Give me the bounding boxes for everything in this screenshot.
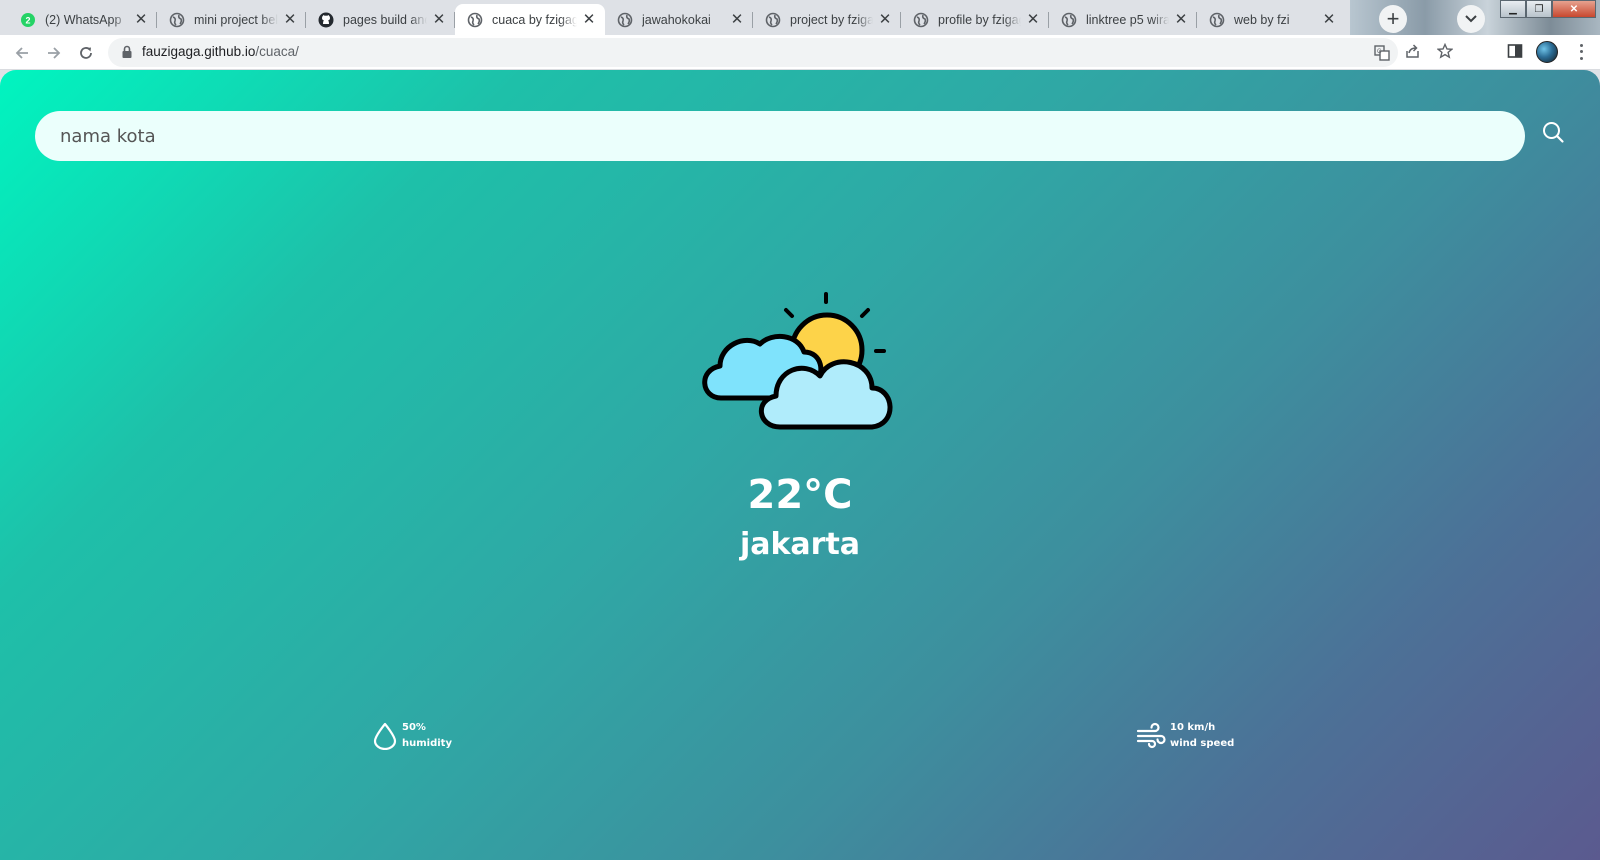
close-icon[interactable]: ✕ <box>1321 11 1337 28</box>
temperature: 22°C <box>747 472 853 518</box>
humidity-value: 50% <box>402 722 426 733</box>
restore-button[interactable]: ❐ <box>1526 0 1552 18</box>
svg-text:2: 2 <box>25 15 30 25</box>
reload-icon <box>80 47 92 59</box>
tab-jawahokokai[interactable]: jawahokokai ✕ <box>605 4 753 35</box>
tab-search-button[interactable] <box>1457 5 1485 33</box>
tab-title: linktree p5 wirausaha <box>1086 12 1169 27</box>
tab-title: jawahokokai <box>642 12 711 27</box>
globe-icon <box>467 12 483 28</box>
wind-info: 10 km/h wind speed <box>1136 720 1234 752</box>
whatsapp-icon: 2 <box>20 12 36 28</box>
share-icon[interactable] <box>1403 41 1423 61</box>
lock-icon <box>122 45 132 58</box>
close-icon[interactable]: ✕ <box>431 11 447 28</box>
globe-icon <box>1061 12 1077 28</box>
close-icon[interactable]: ✕ <box>1173 11 1189 28</box>
tab-linktree[interactable]: linktree p5 wirausaha ✕ <box>1049 4 1197 35</box>
url-text: fauzigaga.github.io/cuaca/ <box>142 44 299 59</box>
tab-pages-build[interactable]: pages build and deployment ✕ <box>306 4 455 35</box>
address-bar[interactable]: fauzigaga.github.io/cuaca/ G <box>108 38 1398 67</box>
reload-button[interactable] <box>72 39 100 67</box>
tab-whatsapp[interactable]: 2 (2) WhatsApp ✕ <box>8 4 157 35</box>
city-name: jakarta <box>739 527 861 562</box>
window-close-button[interactable]: ✕ <box>1552 0 1596 18</box>
new-tab-button[interactable]: + <box>1379 5 1407 33</box>
profile-avatar[interactable] <box>1536 41 1558 63</box>
arrow-right-icon <box>48 47 61 59</box>
water-drop-icon <box>373 722 397 750</box>
forward-button[interactable] <box>40 39 68 67</box>
wind-speed-label: wind speed <box>1170 738 1235 749</box>
tab-web[interactable]: web by fzi ✕ <box>1197 4 1345 35</box>
weather-app: 22°C jakarta 50% humidity 10 km/h wind s… <box>0 70 1600 860</box>
search-bar <box>35 111 1525 161</box>
github-icon <box>318 12 334 28</box>
browser-menu-button[interactable] <box>1572 42 1590 62</box>
close-icon[interactable]: ✕ <box>282 11 298 28</box>
tab-title: (2) WhatsApp <box>45 12 122 27</box>
wind-speed-value: 10 km/h <box>1170 722 1216 733</box>
tab-title: project by fzigaga <box>790 12 873 27</box>
search-button[interactable] <box>1538 117 1568 147</box>
close-icon[interactable]: ✕ <box>877 11 893 28</box>
tab-title: pages build and deployment <box>343 12 427 27</box>
tab-project[interactable]: project by fzigaga ✕ <box>753 4 901 35</box>
close-icon[interactable]: ✕ <box>729 11 745 28</box>
tab-title: web by fzi <box>1234 12 1290 27</box>
side-panel-icon[interactable] <box>1505 41 1525 61</box>
svg-text:G: G <box>1377 49 1382 55</box>
tab-mini-project[interactable]: mini project belajar ✕ <box>157 4 306 35</box>
chevron-down-icon <box>1465 15 1477 23</box>
tab-profile[interactable]: profile by fzigaga ✕ <box>901 4 1049 35</box>
globe-icon <box>913 12 929 28</box>
humidity-info: 50% humidity <box>372 720 452 752</box>
globe-icon <box>169 12 185 28</box>
tab-title: profile by fzigaga <box>938 12 1021 27</box>
bookmark-star-icon[interactable] <box>1435 41 1455 61</box>
search-icon <box>1543 122 1564 143</box>
translate-icon[interactable]: G <box>1373 44 1391 62</box>
minimize-button[interactable]: ▁ <box>1500 0 1526 18</box>
plus-icon: + <box>1386 6 1400 31</box>
close-icon[interactable]: ✕ <box>581 11 597 28</box>
close-icon[interactable]: ✕ <box>1025 11 1041 28</box>
close-icon[interactable]: ✕ <box>133 11 149 28</box>
arrow-left-icon <box>15 47 28 59</box>
globe-icon <box>617 12 633 28</box>
globe-icon <box>1209 12 1225 28</box>
city-search-input[interactable] <box>35 111 1525 161</box>
humidity-label: humidity <box>402 738 452 749</box>
tab-cuaca[interactable]: cuaca by fzigaga ✕ <box>455 4 605 35</box>
tab-title: cuaca by fzigaga <box>492 12 577 27</box>
browser-toolbar: fauzigaga.github.io/cuaca/ G <box>0 35 1600 70</box>
globe-icon <box>765 12 781 28</box>
back-button[interactable] <box>8 39 36 67</box>
wind-icon <box>1136 722 1166 749</box>
tab-strip: 2 (2) WhatsApp ✕ mini project belajar ✕ … <box>0 0 1600 35</box>
tab-title: mini project belajar <box>194 12 278 27</box>
partly-cloudy-icon <box>702 292 893 430</box>
window-controls: ▁ ❐ ✕ <box>1500 0 1596 20</box>
